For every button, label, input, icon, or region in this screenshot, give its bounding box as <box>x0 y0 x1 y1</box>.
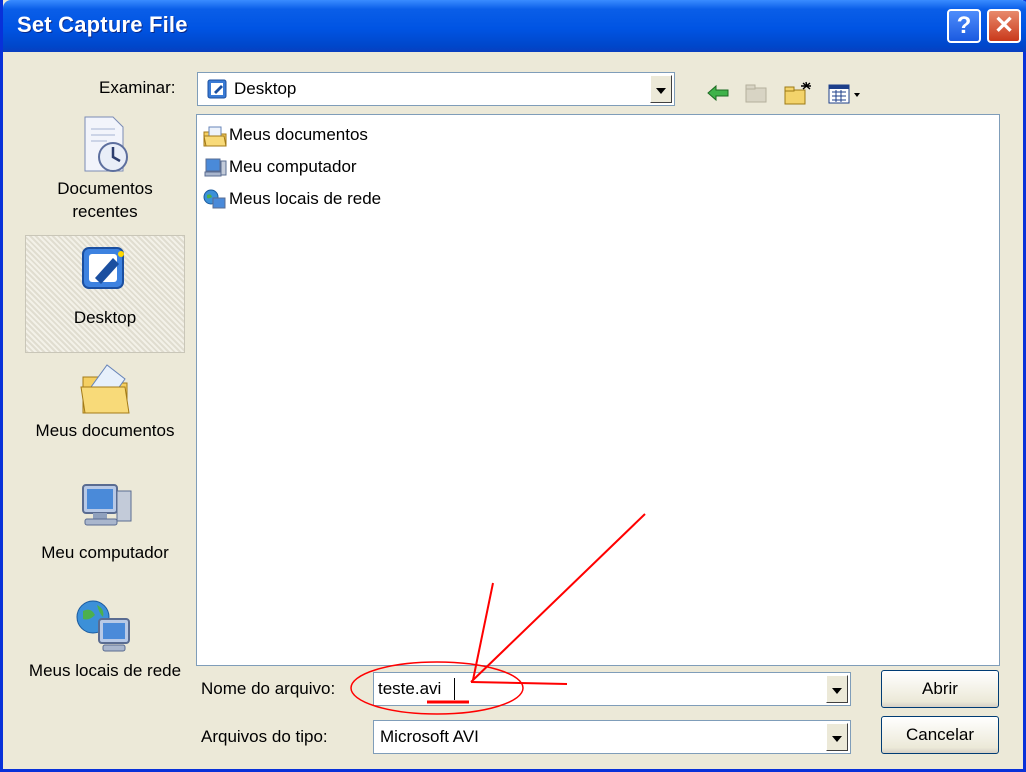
window-title: Set Capture File <box>17 12 188 37</box>
place-my-documents-label: Meus documentos <box>35 421 175 440</box>
filetype-dropdown-button[interactable] <box>826 723 848 751</box>
desktop-small-icon <box>207 79 227 99</box>
network-icon <box>203 189 226 209</box>
open-button[interactable]: Abrir <box>881 670 999 708</box>
place-my-documents[interactable]: Meus documentos <box>25 357 185 467</box>
file-name: Meus documentos <box>229 125 368 144</box>
place-network-label: Meus locais de rede <box>28 661 182 680</box>
filename-dropdown-button[interactable] <box>826 675 848 703</box>
help-button[interactable]: ? <box>947 9 981 43</box>
view-menu-icon[interactable] <box>827 80 867 108</box>
text-cursor <box>454 678 455 700</box>
place-my-computer[interactable]: Meu computador <box>25 479 185 579</box>
look-in-label: Examinar: <box>99 78 176 97</box>
up-folder-icon[interactable] <box>743 80 769 106</box>
folder-documents-icon <box>203 126 227 147</box>
new-folder-icon[interactable] <box>783 80 813 108</box>
filename-input[interactable]: teste.avi <box>373 672 851 706</box>
look-in-dropdown-button[interactable] <box>650 75 672 103</box>
file-name: Meus locais de rede <box>229 189 382 208</box>
filetype-value: Microsoft AVI <box>380 727 479 746</box>
recent-documents-icon <box>84 116 128 172</box>
dialog-window: Set Capture File ? ✕ Examinar: Desktop D… <box>0 0 1026 772</box>
network-places-icon <box>76 600 130 652</box>
computer-icon <box>204 158 227 177</box>
my-computer-icon <box>82 484 132 526</box>
file-list[interactable]: Meus documentos Meu computador Meus loca… <box>196 114 1000 666</box>
desktop-icon <box>82 247 124 289</box>
list-item[interactable]: Meu computador <box>203 153 357 181</box>
my-documents-icon <box>80 364 130 414</box>
place-recent[interactable]: Documentos recentes <box>25 113 185 231</box>
place-my-computer-label: Meu computador <box>41 543 169 562</box>
place-recent-label: Documentos recentes <box>57 179 153 221</box>
back-arrow-icon[interactable] <box>705 80 731 106</box>
cancel-button[interactable]: Cancelar <box>881 716 999 754</box>
filename-label: Nome do arquivo: <box>201 679 336 698</box>
title-bar[interactable]: Set Capture File ? ✕ <box>3 0 1026 52</box>
filetype-select[interactable]: Microsoft AVI <box>373 720 851 754</box>
list-item[interactable]: Meus locais de rede <box>203 185 381 213</box>
look-in-value: Desktop <box>234 79 297 98</box>
file-name: Meu computador <box>229 157 357 176</box>
close-button[interactable]: ✕ <box>987 9 1021 43</box>
place-desktop-label: Desktop <box>73 308 137 327</box>
place-network[interactable]: Meus locais de rede <box>25 597 185 713</box>
list-item[interactable]: Meus documentos <box>203 121 368 149</box>
look-in-select[interactable]: Desktop <box>197 72 675 106</box>
filetype-label: Arquivos do tipo: <box>201 727 328 746</box>
places-bar: Documentos recentes Desktop Meus documen… <box>25 113 185 713</box>
filename-value: teste.avi <box>378 679 442 698</box>
place-desktop[interactable]: Desktop <box>25 235 185 353</box>
